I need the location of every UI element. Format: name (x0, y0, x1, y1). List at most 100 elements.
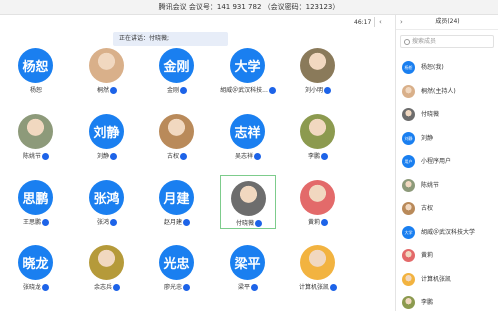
participant-photo (300, 180, 335, 215)
participant-name-text: 付晓薇 (235, 220, 254, 227)
participant-tile[interactable]: 月建 赵月建 (149, 175, 205, 229)
participant-name-text: 梁平 (237, 284, 250, 291)
participant-photo (300, 245, 335, 280)
participant-name: 李鹏 (290, 151, 346, 160)
participant-name: 付晓薇 (221, 218, 277, 227)
meeting-timer: 46:17 (354, 19, 372, 26)
participant-tile[interactable]: 计算机张凯 (290, 240, 346, 294)
member-name: 计算机张凯 (421, 275, 452, 283)
microphone-icon (324, 87, 331, 94)
member-avatar (402, 202, 415, 215)
participant-name-text: 李鹏 (307, 153, 320, 160)
participant-tile[interactable]: 桐然 (79, 43, 135, 97)
member-sidebar: › 成员(24) 搜索成员 杨恕 杨恕(我) 桐然(主持人) 付晓薇刘静 刘静用户 小程序… (395, 15, 498, 311)
participant-name: 张晓龙 (8, 282, 64, 291)
search-icon (404, 39, 410, 45)
participant-tile[interactable]: 古权 (149, 109, 205, 163)
participant-name-text: 张鸿 (96, 219, 109, 226)
participant-tile[interactable]: 志祥吴志祥 (220, 109, 276, 163)
participant-name: 杨恕 (8, 85, 64, 94)
microphone-icon (183, 284, 190, 291)
member-row[interactable]: 付晓薇 (402, 108, 494, 122)
participant-tile[interactable]: 梁平 梁平 (220, 240, 276, 294)
participant-avatar: 张鸿 (89, 180, 124, 215)
participant-avatar: 月建 (159, 180, 194, 215)
participant-tile[interactable]: 思鹏王思鹏 (8, 175, 64, 229)
member-row[interactable]: 李鹏 (402, 296, 494, 310)
member-row[interactable]: 刘静 刘静 (402, 131, 494, 146)
participant-tile[interactable]: 晓龙 张晓龙 (8, 240, 64, 294)
member-avatar (402, 249, 415, 262)
member-avatar: 用户 (402, 155, 415, 168)
participant-name-text: 王思鹏 (22, 219, 41, 226)
participant-tile[interactable]: 光忠 廖光忠 (149, 240, 205, 294)
microphone-icon (254, 153, 261, 160)
participant-photo (89, 245, 124, 280)
participant-name-text: 胡威＠武汉科技... (220, 87, 268, 94)
microphone-icon (110, 153, 117, 160)
participant-name: 王思鹏 (8, 217, 64, 226)
participant-avatar: 大学 (230, 48, 265, 83)
participant-avatar: 志祥 (230, 114, 265, 149)
member-avatar: 刘静 (402, 131, 415, 145)
member-avatar (402, 272, 415, 286)
participant-tile[interactable]: 黄莉 (290, 175, 346, 229)
member-row[interactable]: 陈姚节 (402, 178, 494, 193)
participant-avatar: 光忠 (159, 245, 194, 280)
member-search-input[interactable]: 搜索成员 (400, 35, 494, 48)
participant-tile[interactable]: 陈姚节 (8, 109, 64, 163)
member-avatar: 大学 (402, 225, 415, 239)
participant-photo (159, 114, 194, 149)
participant-name: 胡威＠武汉科技... (220, 85, 276, 94)
participant-name-text: 黄莉 (307, 219, 320, 226)
member-row[interactable]: 杨恕 杨恕(我) (402, 61, 494, 75)
participant-tile[interactable]: 李鹏 (290, 109, 346, 163)
member-count-title: 成员(24) (435, 18, 460, 25)
participant-tile[interactable]: 余志兵 (79, 240, 135, 294)
participant-tile[interactable]: 刘小明 (290, 43, 346, 97)
member-row[interactable]: 计算机张凯 (402, 272, 494, 287)
chevron-right-icon[interactable]: › (400, 15, 403, 29)
participant-photo (231, 181, 266, 216)
participant-name: 桐然 (79, 85, 135, 94)
participant-name: 吴志祥 (220, 151, 276, 160)
microphone-icon (330, 284, 337, 291)
collapse-sidebar-icon[interactable]: ‹ (379, 18, 382, 26)
participant-name-text: 刘静 (96, 153, 109, 160)
member-name: 小程序用户 (421, 158, 452, 165)
participant-tile[interactable]: 杨恕 杨恕 (8, 43, 64, 97)
toolbar-divider (374, 17, 375, 27)
microphone-icon (110, 87, 117, 94)
microphone-icon (180, 87, 187, 94)
member-row[interactable]: 大学 胡威＠武汉科技大学 (402, 225, 494, 240)
participant-tile[interactable]: 张鸿 张鸿 (79, 175, 135, 229)
participant-tile[interactable]: 付晓薇 (220, 175, 276, 229)
participant-name: 张鸿 (79, 217, 135, 226)
member-name: 胡威＠武汉科技大学 (421, 228, 476, 236)
participant-name: 陈姚节 (8, 151, 64, 160)
member-name: 古权 (421, 205, 434, 212)
member-name: 杨恕(我) (421, 64, 444, 71)
member-row[interactable]: 古权 (402, 202, 494, 216)
microphone-icon (113, 284, 120, 291)
microphone-icon (251, 284, 258, 291)
microphone-icon (42, 153, 49, 160)
microphone-icon (268, 87, 276, 94)
participant-name-text: 计算机张凯 (298, 284, 329, 291)
member-row[interactable]: 黄莉 (402, 249, 494, 263)
participant-avatar: 思鹏 (18, 180, 53, 215)
video-gallery: 46:17 ‹ 正在讲话：付晓薇; 杨恕 杨恕 桐然 金刚 金刚 大学 胡威＠武汉科技...… (0, 15, 394, 311)
participant-tile[interactable]: 刘静 刘静 (79, 109, 135, 163)
member-name: 桐然(主持人) (421, 87, 456, 95)
participant-name-text: 金刚 (166, 87, 179, 94)
participant-name: 刘静 (79, 151, 135, 160)
participant-tile[interactable]: 大学胡威＠武汉科技... (220, 43, 276, 97)
participant-tile[interactable]: 金刚 金刚 (149, 43, 205, 97)
participant-name-text: 古权 (166, 153, 179, 160)
member-avatar (402, 108, 415, 121)
participant-name-text: 吴志祥 (234, 153, 253, 160)
member-row[interactable]: 桐然(主持人) (402, 84, 494, 99)
member-row[interactable]: 用户 小程序用户 (402, 155, 494, 169)
participant-name: 黄莉 (290, 217, 346, 226)
microphone-icon (321, 153, 328, 160)
